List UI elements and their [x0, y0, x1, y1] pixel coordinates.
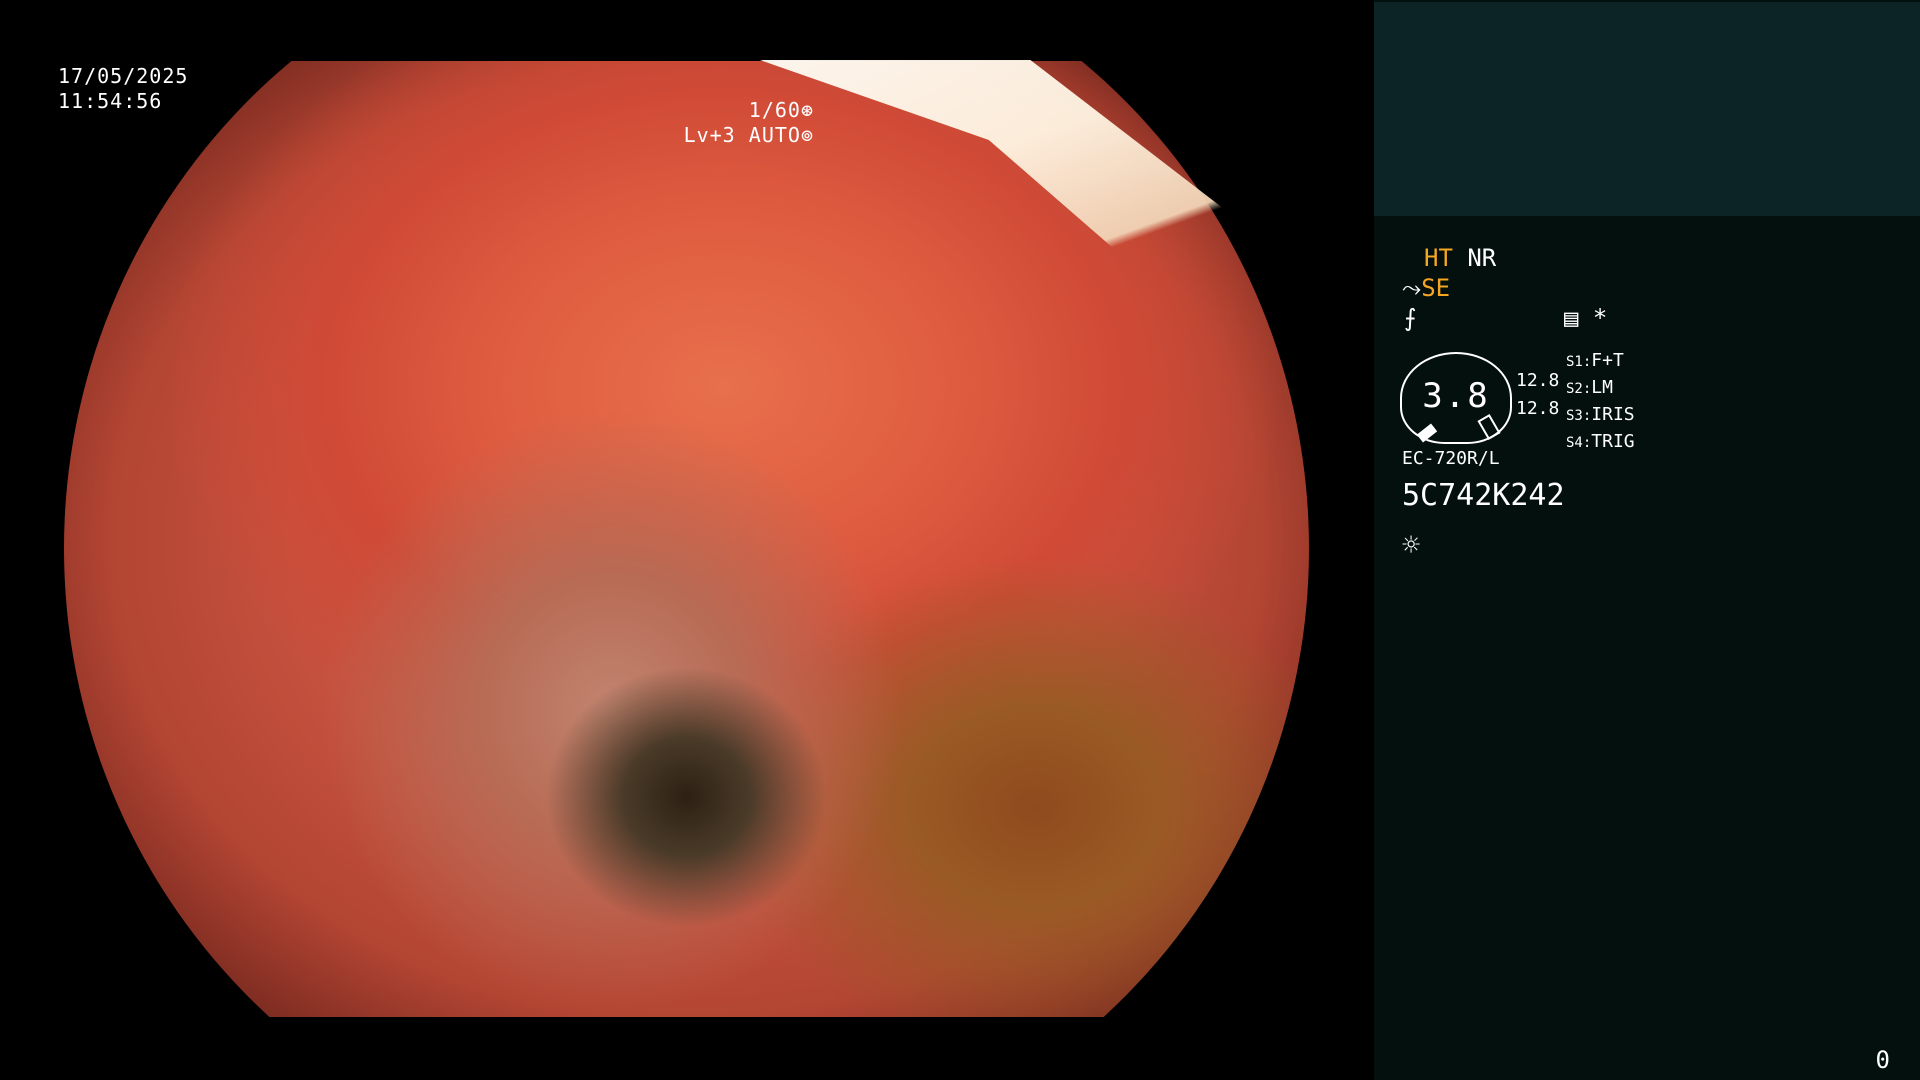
scale-bottom: 12.8	[1516, 398, 1560, 419]
iris-icon: ⊚	[800, 123, 814, 147]
exposure-info: 1/60⊛ Lv+3 AUTO⊚	[684, 98, 814, 148]
se-prefix-icon: ⤳	[1402, 274, 1422, 302]
auto-label: AUTO	[748, 123, 801, 147]
asterisk-icon: *	[1592, 304, 1608, 332]
mode-row: HT NR	[1424, 244, 1496, 272]
date-label: 17/05/2025	[58, 64, 189, 88]
panel-top-block	[1374, 2, 1920, 216]
light-icon: ☼	[1402, 528, 1421, 563]
enhance-icon: ⨍	[1404, 304, 1417, 332]
gauge-value: 3.8	[1422, 376, 1490, 416]
date-time: 17/05/2025 11:54:56	[58, 64, 188, 114]
se-row: ⤳SE	[1402, 274, 1450, 302]
time-label: 11:54:56	[58, 89, 163, 113]
gauge-pointer-icon	[1416, 423, 1438, 443]
endoscope-viewport: 17/05/2025 11:54:56 1/60⊛ Lv+3 AUTO⊚	[0, 0, 1374, 1080]
switch-s2: S2:LM	[1566, 377, 1613, 398]
aperture-icon: ⊛	[800, 98, 814, 122]
switch-list: S1:F+T S2:LM S3:IRIS S4:TRIG	[1566, 348, 1635, 456]
record-indicator: ▤ *	[1564, 304, 1607, 332]
shutter-label: 1/60	[748, 98, 801, 122]
mode-nr: NR	[1467, 244, 1497, 272]
level-label: Lv+3	[683, 123, 736, 147]
pressure-gauge: 3.8	[1400, 352, 1512, 444]
switch-s4: S4:TRIG	[1566, 431, 1635, 452]
mode-se: SE	[1421, 274, 1451, 302]
scope-model: EC-720R/L	[1402, 448, 1500, 469]
serial-number: 5C742K242	[1402, 478, 1565, 513]
status-panel: HT NR ⤳SE ⨍ ▤ * 12.8 12.8 S1:F+T S2:LM S…	[1374, 0, 1920, 1080]
switch-s3: S3:IRIS	[1566, 404, 1635, 425]
scale-top: 12.8	[1516, 370, 1560, 391]
frame-counter: 0	[1875, 1046, 1890, 1074]
switch-s1: S1:F+T	[1566, 350, 1624, 371]
mode-ht: HT	[1424, 244, 1453, 272]
record-icon: ▤	[1564, 304, 1579, 332]
